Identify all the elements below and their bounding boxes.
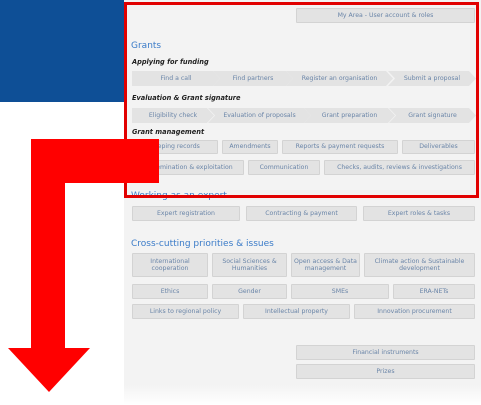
down-arrow-icon <box>8 139 159 392</box>
